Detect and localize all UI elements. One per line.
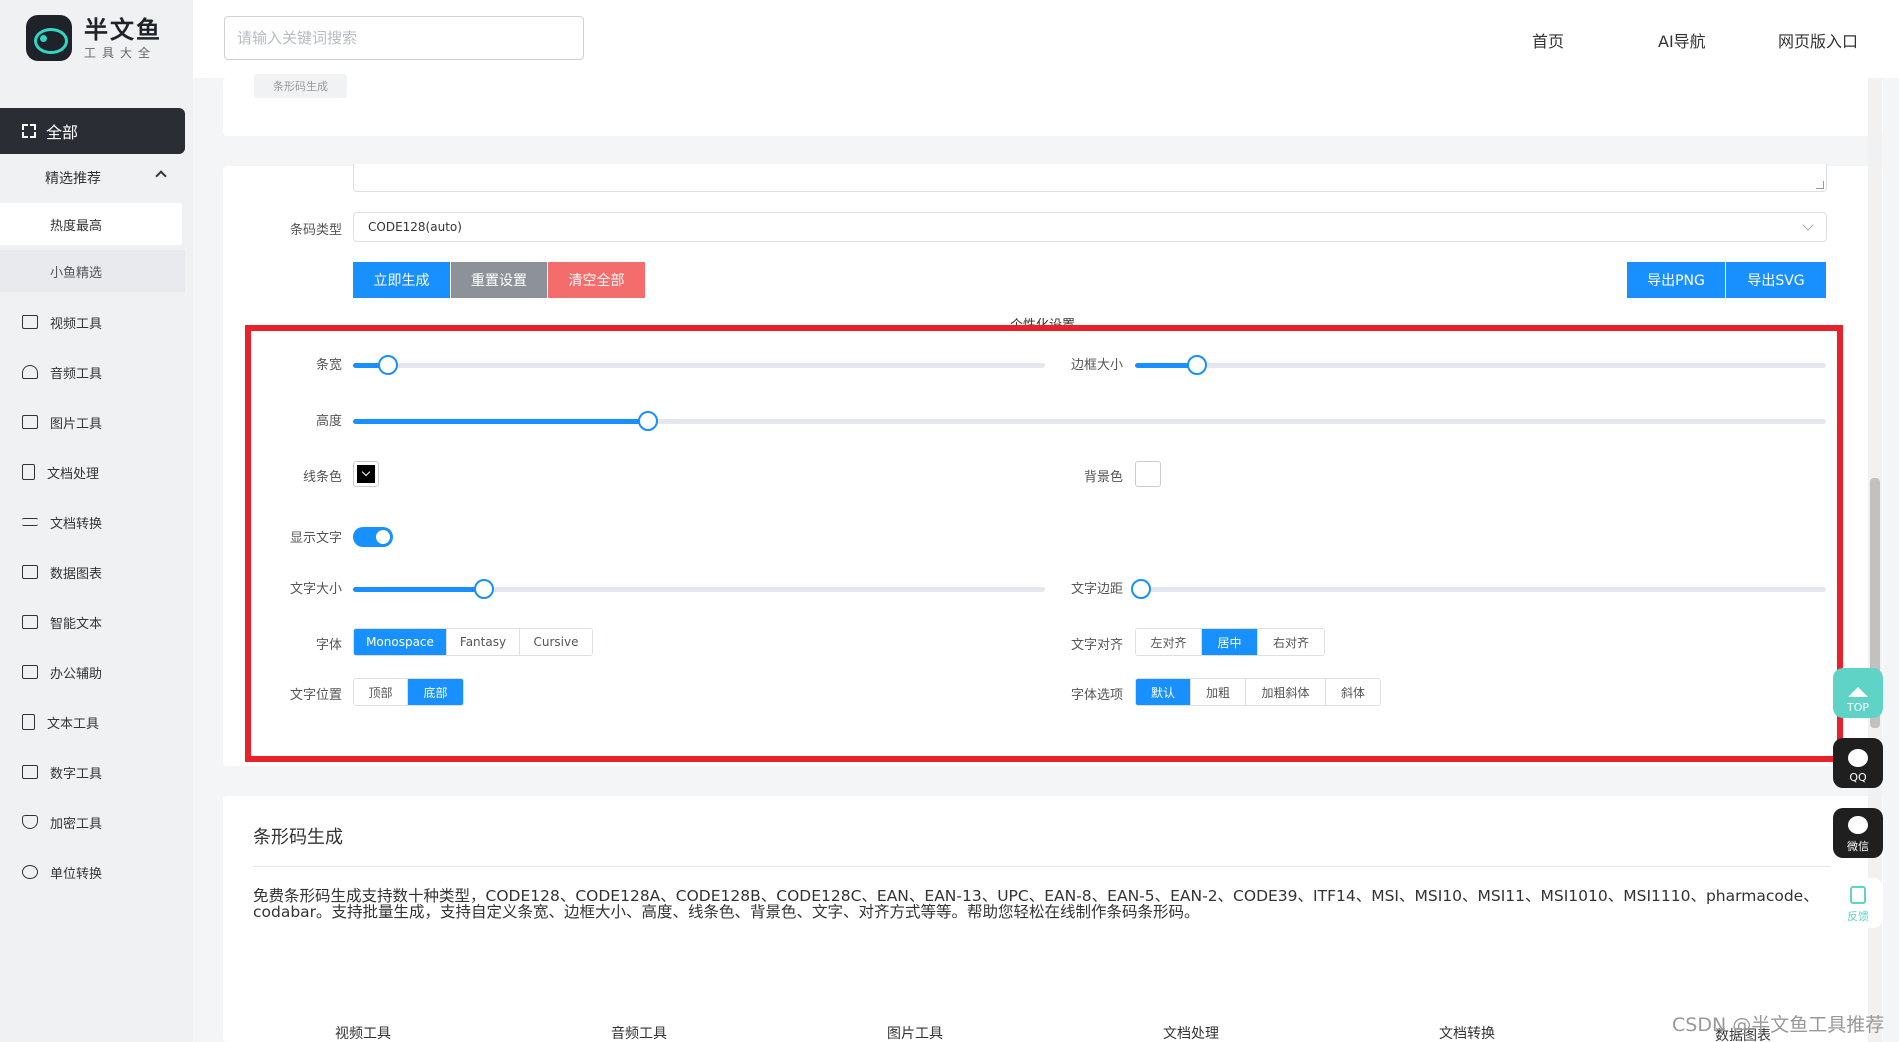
sidebar-item-label: 图片工具 (50, 416, 103, 432)
sidebar-item-label: 办公辅助 (50, 666, 103, 682)
divider (253, 866, 1830, 867)
search-input[interactable] (224, 16, 584, 60)
sidebar-item-label: 文本工具 (47, 716, 100, 732)
footer-cat-audio[interactable]: 音频工具 (611, 1023, 667, 1042)
sidebar-item-number-tools[interactable]: 数字工具 (22, 761, 102, 783)
sidebar-item-label: 单位转换 (50, 866, 103, 882)
float-label: 反馈 (1847, 910, 1869, 923)
sidebar-item-encrypt[interactable]: 加密工具 (22, 811, 102, 833)
back-to-top-button[interactable]: TOP (1833, 668, 1883, 718)
message-icon (22, 615, 38, 629)
export-png-button[interactable]: 导出PNG (1627, 262, 1725, 298)
sidebar-item-label: 智能文本 (50, 616, 103, 632)
nav-web-entry[interactable]: 网页版入口 (1778, 28, 1858, 52)
footer-cat-doc-convert[interactable]: 文档转换 (1439, 1023, 1495, 1042)
monitor-icon (22, 765, 38, 779)
sidebar-item-label: 全部 (46, 123, 79, 142)
sidebar-subitem-label: 小鱼精选 (50, 265, 103, 281)
sidebar-subitem-picks[interactable]: 小鱼精选 (0, 250, 185, 292)
export-svg-button[interactable]: 导出SVG (1726, 262, 1826, 298)
resize-handle-icon[interactable] (1816, 181, 1824, 189)
sidebar-item-label: 数据图表 (50, 566, 103, 582)
sidebar-item-doc-process[interactable]: 文档处理 (22, 461, 99, 483)
description-text: 免费条形码生成支持数十种类型，CODE128、CODE128A、CODE128B… (253, 887, 1819, 921)
shield-icon (22, 815, 38, 829)
chevron-down-icon (1802, 219, 1814, 231)
footer-cat-image[interactable]: 图片工具 (887, 1023, 943, 1042)
qq-button[interactable]: QQ (1833, 738, 1883, 788)
sidebar-item-label: 视频工具 (50, 316, 103, 332)
watermark: CSDN @半文鱼工具推荐 (1672, 1014, 1885, 1036)
sidebar-item-label: 音频工具 (50, 366, 103, 382)
footer-card (223, 968, 1883, 1042)
feedback-button[interactable]: 反馈 (1833, 878, 1883, 928)
sidebar-group-label: 精选推荐 (45, 171, 101, 187)
sidebar-item-image[interactable]: 图片工具 (22, 411, 102, 433)
sidebar-item-label: 文档处理 (47, 466, 100, 482)
chart-icon (22, 565, 38, 579)
brand-subtitle: 工具大全 (84, 45, 157, 60)
sidebar-item-office[interactable]: 办公辅助 (22, 661, 102, 683)
barcode-type-select[interactable]: CODE128(auto) (353, 212, 1827, 242)
generate-button[interactable]: 立即生成 (353, 262, 450, 298)
wechat-icon (1848, 816, 1868, 834)
brand-logo[interactable]: 半文鱼 工具大全 (26, 15, 162, 61)
tags-card (223, 78, 1883, 136)
chevron-up-icon (155, 170, 167, 182)
barcode-type-value: CODE128(auto) (368, 220, 462, 234)
feedback-icon (1850, 886, 1866, 904)
sidebar-item-data-chart[interactable]: 数据图表 (22, 561, 102, 583)
sidebar-item-doc-convert[interactable]: 文档转换 (22, 511, 102, 533)
description-title: 条形码生成 (253, 827, 343, 848)
grid-icon (22, 124, 36, 138)
sidebar-item-unit-convert[interactable]: 单位转换 (22, 861, 102, 883)
sidebar-item-label: 加密工具 (50, 816, 103, 832)
sidebar-item-all[interactable]: 全部 (0, 108, 185, 154)
sidebar-item-text-tools[interactable]: 文本工具 (22, 711, 99, 733)
arrow-up-icon (1848, 687, 1868, 697)
document-icon (22, 464, 35, 480)
tag-barcode[interactable]: 条形码生成 (254, 74, 347, 98)
nav-ai[interactable]: AI导航 (1658, 28, 1706, 52)
sidebar-item-label: 数字工具 (50, 766, 103, 782)
footer-cat-doc-process[interactable]: 文档处理 (1163, 1023, 1219, 1042)
logo-icon (26, 15, 72, 61)
sidebar-subitem-label: 热度最高 (50, 218, 103, 234)
clipboard-icon (22, 714, 35, 730)
swap-icon (22, 518, 38, 526)
highlight-box (245, 325, 1843, 762)
sidebar-item-smart-text[interactable]: 智能文本 (22, 611, 102, 633)
clear-button[interactable]: 清空全部 (548, 262, 645, 298)
nav-home[interactable]: 首页 (1532, 28, 1564, 52)
briefcase-icon (22, 665, 38, 679)
barcode-type-label: 条码类型 (289, 223, 342, 238)
sidebar-item-video[interactable]: 视频工具 (22, 311, 102, 333)
content-textarea[interactable] (353, 164, 1827, 192)
sidebar: 半文鱼 工具大全 全部 精选推荐 热度最高 小鱼精选 视频工具 音频工具 图片工… (0, 0, 193, 1042)
footer-cat-video[interactable]: 视频工具 (335, 1023, 391, 1042)
sidebar-item-audio[interactable]: 音频工具 (22, 361, 102, 383)
sidebar-subitem-hot[interactable]: 热度最高 (0, 203, 182, 245)
float-label: QQ (1849, 771, 1867, 784)
nodes-icon (22, 865, 38, 879)
headphones-icon (22, 365, 38, 379)
sidebar-item-label: 文档转换 (50, 516, 103, 532)
float-label: 微信 (1847, 840, 1869, 853)
sidebar-group-featured[interactable]: 精选推荐 (0, 158, 185, 198)
image-icon (22, 415, 38, 429)
video-icon (22, 315, 38, 329)
wechat-button[interactable]: 微信 (1833, 808, 1883, 858)
float-label: TOP (1846, 701, 1869, 714)
qq-icon (1848, 749, 1868, 767)
brand-title: 半文鱼 (84, 15, 162, 44)
reset-button[interactable]: 重置设置 (451, 262, 547, 298)
